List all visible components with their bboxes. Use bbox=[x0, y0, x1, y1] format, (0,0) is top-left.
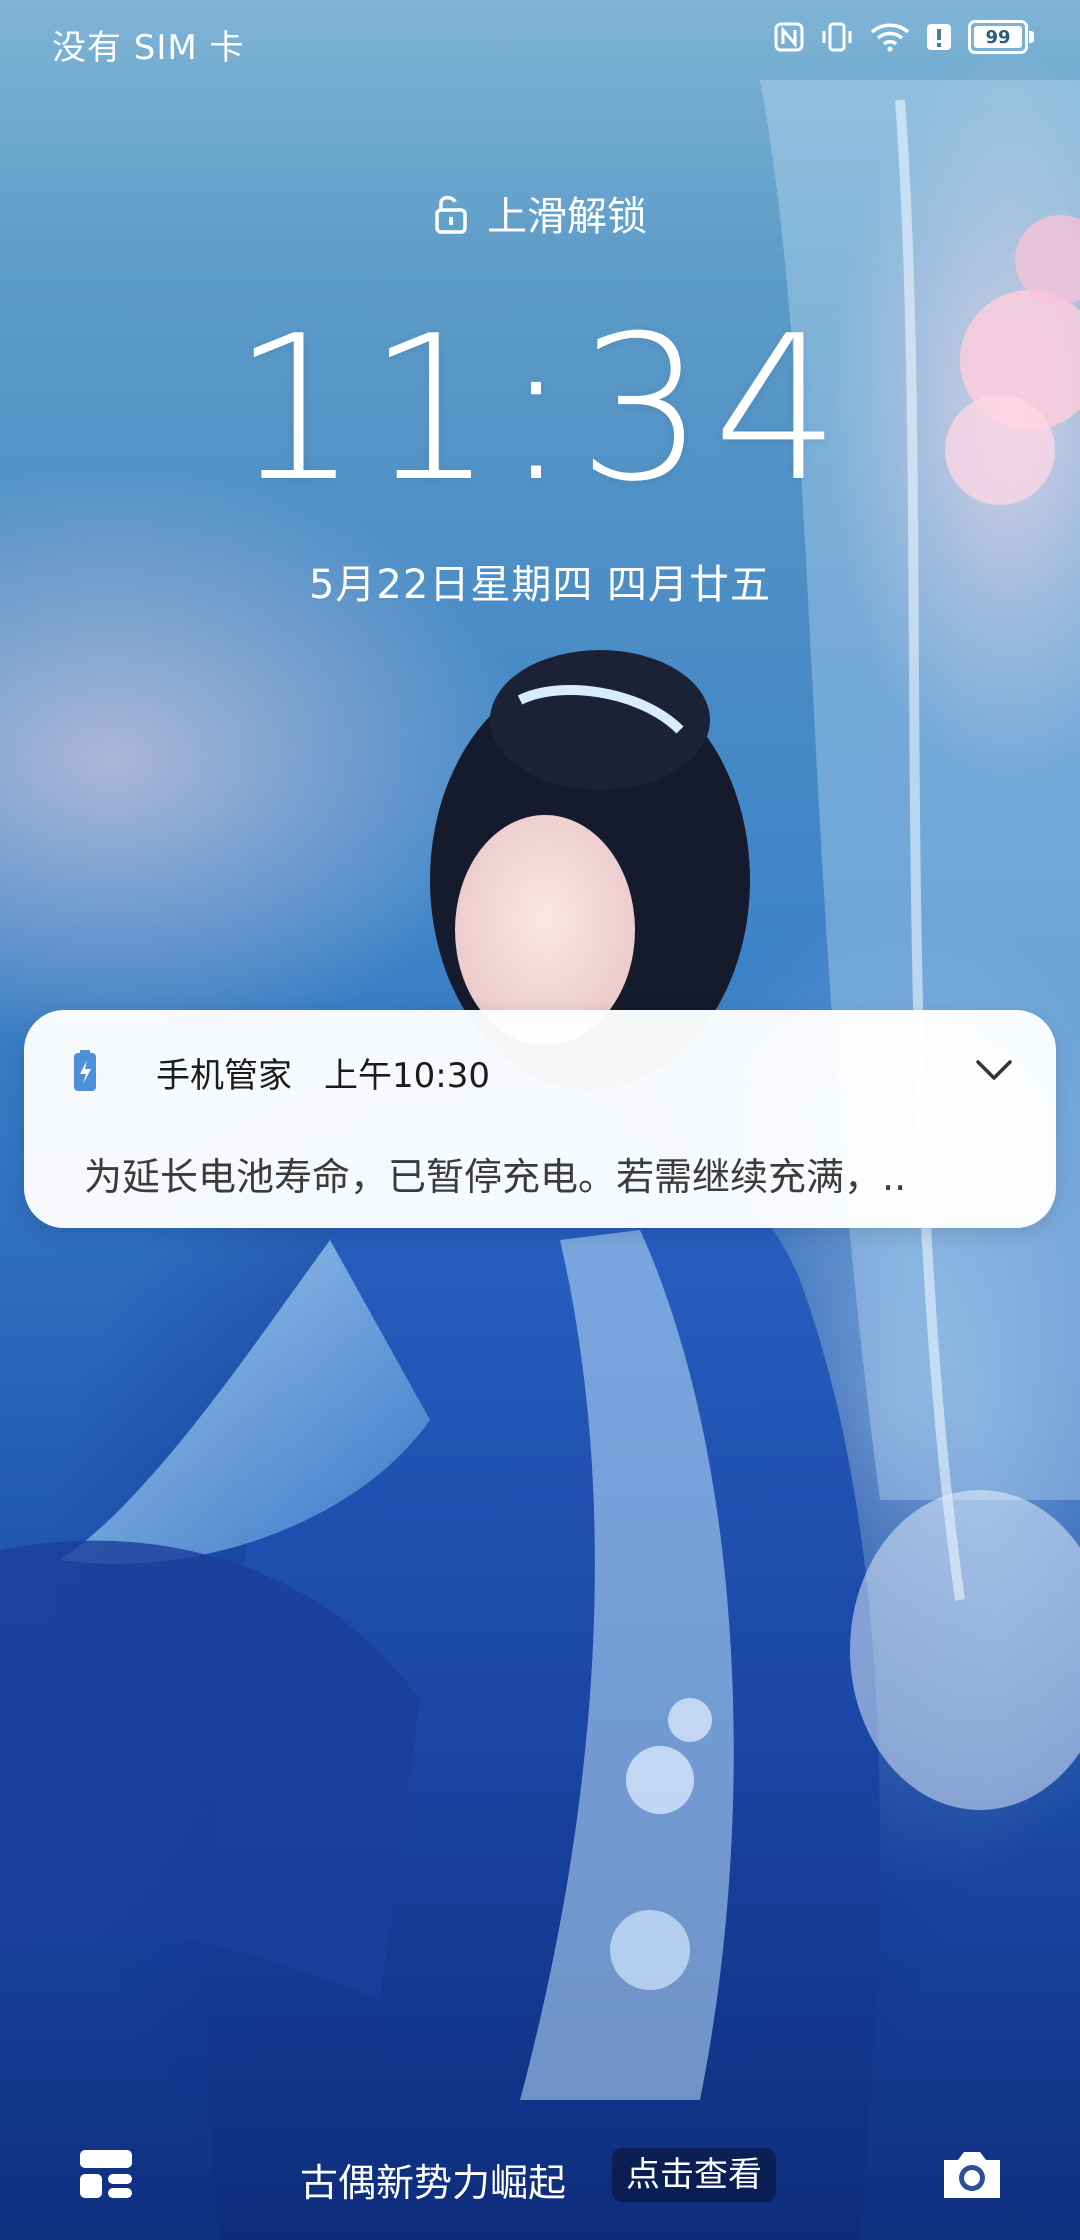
status-bar: 没有 SIM 卡 99 bbox=[0, 0, 1080, 84]
notification-time: 上午10:30 bbox=[324, 1056, 490, 1096]
lock-date: 5月22日星期四 四月廿五 bbox=[308, 562, 772, 608]
battery-icon: 99 bbox=[968, 20, 1034, 54]
status-icons: 99 bbox=[774, 20, 1034, 54]
unlock-hint: 上滑解锁 bbox=[0, 184, 1080, 242]
vibrate-icon bbox=[822, 22, 852, 52]
battery-level: 99 bbox=[985, 26, 1011, 48]
battery-manager-icon bbox=[74, 1050, 96, 1091]
promo-text[interactable]: 古偶新势力崛起 bbox=[300, 2152, 566, 2207]
widgets-icon[interactable] bbox=[76, 2144, 136, 2204]
promo-view-button[interactable]: 点击查看 bbox=[612, 2148, 776, 2202]
nfc-icon bbox=[774, 22, 804, 52]
notification-app-name: 手机管家 bbox=[156, 1056, 292, 1096]
notification-body: 为延长电池寿命，已暂停充电。若需继续充满，.. bbox=[84, 1155, 907, 1199]
wifi-icon bbox=[870, 23, 910, 52]
chevron-down-icon[interactable] bbox=[972, 1048, 1016, 1092]
unlock-hint-text: 上滑解锁 bbox=[487, 194, 647, 240]
lock-screen[interactable]: 没有 SIM 卡 99 上滑解锁 11:34 5月22日星期四 四月廿五 手机管… bbox=[0, 0, 1080, 2240]
bottom-bar: 古偶新势力崛起 点击查看 bbox=[0, 2140, 1080, 2220]
unlock-icon bbox=[435, 195, 467, 234]
camera-icon[interactable] bbox=[938, 2144, 1006, 2204]
lock-clock: 11:34 bbox=[231, 293, 849, 526]
alert-icon bbox=[927, 24, 951, 50]
carrier-label: 没有 SIM 卡 bbox=[52, 28, 245, 68]
notification-card[interactable]: 手机管家 上午10:30 为延长电池寿命，已暂停充电。若需继续充满，.. bbox=[24, 1010, 1056, 1228]
